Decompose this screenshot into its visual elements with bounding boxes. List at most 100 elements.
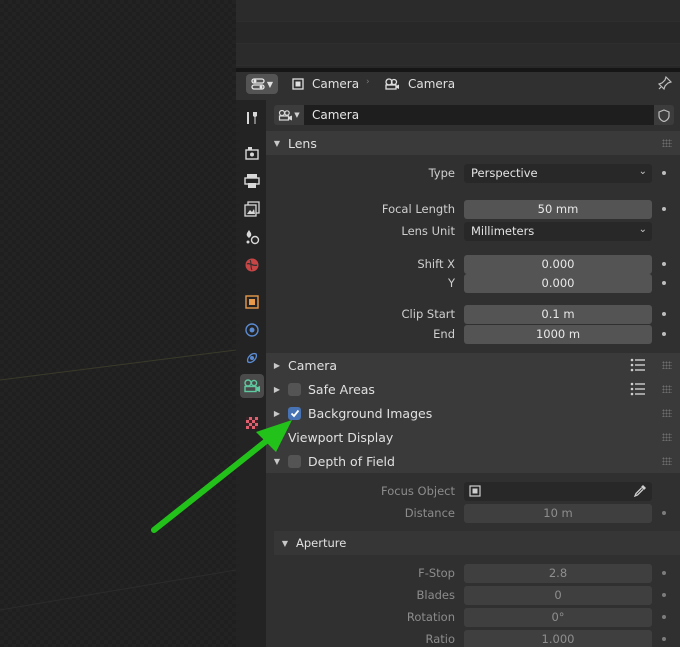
drag-handle-icon[interactable] bbox=[662, 139, 672, 147]
blades-row: Blades 0 bbox=[266, 585, 680, 605]
breadcrumb-camera-data[interactable]: Camera bbox=[384, 72, 455, 96]
keyframe-dot-icon[interactable] bbox=[662, 511, 666, 515]
safe-areas-checkbox[interactable] bbox=[288, 382, 301, 396]
shift-y-field[interactable]: 0.000 bbox=[464, 273, 652, 293]
camera-data-icon bbox=[385, 78, 399, 90]
distance-field[interactable]: 10 m bbox=[464, 503, 652, 523]
shift-x-field[interactable]: 0.000 bbox=[464, 254, 652, 274]
panel-lens-header[interactable]: ▼ Lens bbox=[266, 131, 680, 155]
outliner-row[interactable] bbox=[236, 0, 680, 22]
drag-handle-icon[interactable] bbox=[662, 385, 672, 393]
pin-icon[interactable] bbox=[657, 75, 673, 94]
clip-start-value: 0.1 m bbox=[541, 307, 575, 321]
background-images-checkbox[interactable] bbox=[288, 406, 301, 420]
panel-background-images-header[interactable]: ▶ Background Images bbox=[266, 401, 680, 425]
lens-unit-row: Lens Unit Millimeters ⌄ bbox=[266, 221, 680, 241]
distance-value: 10 m bbox=[543, 506, 573, 520]
drag-handle-icon[interactable] bbox=[662, 433, 672, 441]
object-icon bbox=[469, 485, 481, 497]
subpanel-aperture-title: Aperture bbox=[296, 536, 347, 550]
panel-safe-areas-header[interactable]: ▶ Safe Areas bbox=[266, 377, 680, 401]
lens-type-dropdown[interactable]: Perspective ⌄ bbox=[464, 163, 652, 183]
keyframe-dot-icon[interactable] bbox=[662, 171, 666, 175]
keyframe-dot-icon[interactable] bbox=[662, 593, 666, 597]
keyframe-dot-icon[interactable] bbox=[662, 615, 666, 619]
tab-output[interactable] bbox=[240, 169, 264, 193]
keyframe-dot-icon[interactable] bbox=[662, 571, 666, 575]
ratio-value: 1.000 bbox=[541, 632, 575, 646]
panel-depth-of-field-body: Focus Object Distance 10 m ▼ Aperture F-… bbox=[266, 473, 680, 647]
clip-end-label: End bbox=[433, 327, 455, 341]
tab-render[interactable] bbox=[240, 141, 264, 165]
fstop-value: 2.8 bbox=[548, 566, 568, 580]
panel-camera-header[interactable]: ▶ Camera bbox=[266, 353, 680, 377]
outliner-row[interactable] bbox=[236, 44, 680, 66]
collapsed-triangle-icon: ▶ bbox=[273, 360, 281, 370]
blades-field[interactable]: 0 bbox=[464, 585, 652, 605]
clip-end-field[interactable]: 1000 m bbox=[464, 324, 652, 344]
distance-label: Distance bbox=[404, 506, 455, 520]
drag-handle-icon[interactable] bbox=[662, 409, 672, 417]
fake-user-button[interactable] bbox=[654, 105, 674, 125]
tab-world[interactable] bbox=[240, 253, 264, 277]
drag-handle-icon[interactable] bbox=[662, 361, 672, 369]
collapsed-triangle-icon: ▶ bbox=[273, 384, 281, 394]
clip-start-field[interactable]: 0.1 m bbox=[464, 304, 652, 324]
distance-row: Distance 10 m bbox=[266, 503, 680, 523]
lens-type-value: Perspective bbox=[471, 166, 538, 180]
lens-type-row: Type Perspective ⌄ bbox=[266, 163, 680, 183]
camera-data-icon bbox=[279, 109, 293, 121]
keyframe-dot-icon[interactable] bbox=[662, 262, 666, 266]
lens-unit-dropdown[interactable]: Millimeters ⌄ bbox=[464, 221, 652, 241]
tool-icon bbox=[247, 112, 257, 124]
tab-texture[interactable] bbox=[240, 411, 264, 435]
panel-viewport-display-header[interactable]: ▶ Viewport Display bbox=[266, 425, 680, 449]
datablock-name-field[interactable]: Camera bbox=[304, 105, 654, 125]
subpanel-aperture-header[interactable]: ▼ Aperture bbox=[274, 531, 680, 555]
focal-length-field[interactable]: 50 mm bbox=[464, 199, 652, 219]
keyframe-dot-icon[interactable] bbox=[662, 332, 666, 336]
expanded-triangle-icon: ▼ bbox=[281, 538, 289, 548]
keyframe-dot-icon[interactable] bbox=[662, 637, 666, 641]
tab-constraints[interactable] bbox=[240, 346, 264, 370]
lens-unit-value: Millimeters bbox=[471, 224, 535, 238]
outliner-row[interactable] bbox=[236, 22, 680, 44]
world-icon bbox=[245, 258, 259, 272]
outliner-area[interactable] bbox=[236, 0, 680, 68]
render-icon bbox=[245, 147, 259, 160]
output-icon bbox=[244, 174, 260, 188]
shift-y-row: Y 0.000 bbox=[266, 273, 680, 293]
eyedropper-icon[interactable] bbox=[633, 484, 647, 498]
browse-camera-data-button[interactable]: ▼ bbox=[274, 105, 304, 125]
camera-data-active-icon bbox=[244, 379, 260, 393]
panel-lens-title: Lens bbox=[288, 135, 317, 151]
focal-length-row: Focal Length 50 mm bbox=[266, 199, 680, 219]
keyframe-dot-icon[interactable] bbox=[662, 207, 666, 211]
rotation-field[interactable]: 0° bbox=[464, 607, 652, 627]
focus-object-field[interactable] bbox=[464, 481, 652, 501]
tab-tool[interactable] bbox=[240, 106, 264, 130]
fstop-field[interactable]: 2.8 bbox=[464, 563, 652, 583]
panel-background-images-title: Background Images bbox=[308, 405, 433, 421]
viewport-grid-lines bbox=[0, 349, 236, 611]
keyframe-dot-icon[interactable] bbox=[662, 281, 666, 285]
presets-list-icon[interactable] bbox=[630, 358, 646, 372]
drag-handle-icon[interactable] bbox=[662, 457, 672, 465]
properties-header: ▼ Camera › Camera bbox=[236, 72, 680, 96]
tab-view-layer[interactable] bbox=[240, 197, 264, 221]
breadcrumb-object[interactable]: Camera bbox=[292, 72, 359, 96]
checkmark-icon bbox=[290, 409, 299, 417]
ratio-field[interactable]: 1.000 bbox=[464, 629, 652, 647]
tab-physics[interactable] bbox=[240, 318, 264, 342]
3d-viewport[interactable] bbox=[0, 0, 236, 647]
depth-of-field-checkbox[interactable] bbox=[288, 454, 301, 468]
tab-scene[interactable] bbox=[240, 225, 264, 249]
tab-object[interactable] bbox=[240, 290, 264, 314]
clip-start-row: Clip Start 0.1 m bbox=[266, 304, 680, 324]
tab-object-data-camera[interactable] bbox=[240, 374, 264, 398]
panel-depth-of-field-header[interactable]: ▼ Depth of Field bbox=[266, 449, 680, 473]
editor-type-button[interactable]: ▼ bbox=[246, 74, 278, 94]
keyframe-dot-icon[interactable] bbox=[662, 312, 666, 316]
panel-safe-areas-title: Safe Areas bbox=[308, 381, 375, 397]
presets-list-icon[interactable] bbox=[630, 382, 646, 396]
